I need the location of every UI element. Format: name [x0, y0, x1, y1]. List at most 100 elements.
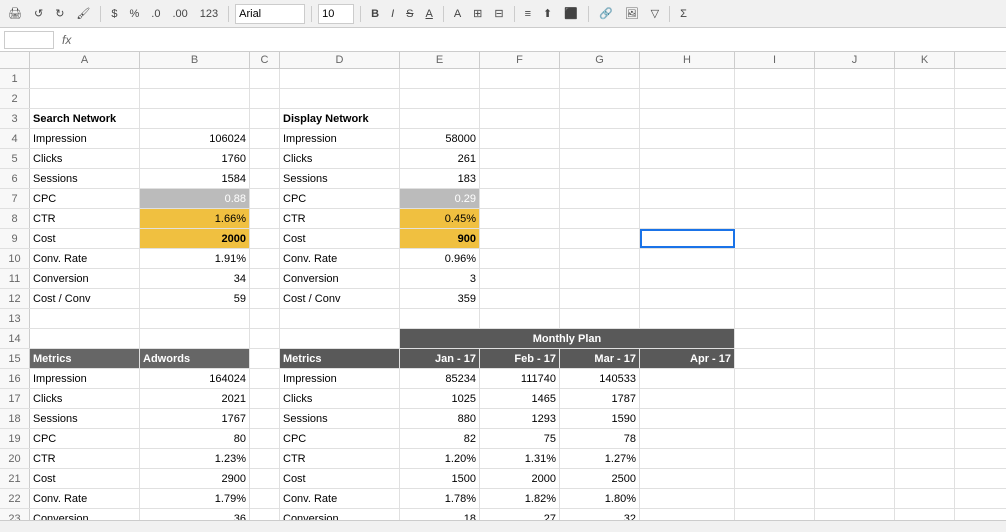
- cell-k18[interactable]: [895, 409, 955, 428]
- cell-a17[interactable]: Clicks: [30, 389, 140, 408]
- cell-e4[interactable]: 58000: [400, 129, 480, 148]
- cell-c22[interactable]: [250, 489, 280, 508]
- cell-b3[interactable]: [140, 109, 250, 128]
- cell-c19[interactable]: [250, 429, 280, 448]
- cell-f23[interactable]: 27: [480, 509, 560, 520]
- cell-f21[interactable]: 2000: [480, 469, 560, 488]
- cell-j10[interactable]: [815, 249, 895, 268]
- cell-d16[interactable]: Impression: [280, 369, 400, 388]
- cell-i13[interactable]: [735, 309, 815, 328]
- cell-j4[interactable]: [815, 129, 895, 148]
- cell-i7[interactable]: [735, 189, 815, 208]
- cell-e7[interactable]: 0.29: [400, 189, 480, 208]
- cell-c2[interactable]: [250, 89, 280, 108]
- cell-d9[interactable]: Cost: [280, 229, 400, 248]
- cell-h15[interactable]: Apr - 17: [640, 349, 735, 368]
- cell-a1[interactable]: [30, 69, 140, 88]
- fill-color-button[interactable]: A: [450, 7, 465, 21]
- cell-j2[interactable]: [815, 89, 895, 108]
- cell-e1[interactable]: [400, 69, 480, 88]
- cell-reference-input[interactable]: [4, 31, 54, 49]
- percent-button[interactable]: %: [126, 7, 144, 21]
- cell-a13[interactable]: [30, 309, 140, 328]
- cell-h21[interactable]: [640, 469, 735, 488]
- cell-c23[interactable]: [250, 509, 280, 520]
- cell-j23[interactable]: [815, 509, 895, 520]
- cell-j1[interactable]: [815, 69, 895, 88]
- cell-e15[interactable]: Jan - 17: [400, 349, 480, 368]
- cell-i18[interactable]: [735, 409, 815, 428]
- cell-f8[interactable]: [480, 209, 560, 228]
- cell-a9[interactable]: Cost: [30, 229, 140, 248]
- cell-b12[interactable]: 59: [140, 289, 250, 308]
- cell-f6[interactable]: [480, 169, 560, 188]
- cell-g8[interactable]: [560, 209, 640, 228]
- cell-a3[interactable]: Search Network: [30, 109, 140, 128]
- cell-k8[interactable]: [895, 209, 955, 228]
- cell-c18[interactable]: [250, 409, 280, 428]
- cell-k13[interactable]: [895, 309, 955, 328]
- cell-h5[interactable]: [640, 149, 735, 168]
- cell-f3[interactable]: [480, 109, 560, 128]
- cell-h13[interactable]: [640, 309, 735, 328]
- cell-g2[interactable]: [560, 89, 640, 108]
- cell-k21[interactable]: [895, 469, 955, 488]
- cell-k17[interactable]: [895, 389, 955, 408]
- cell-d15[interactable]: Metrics: [280, 349, 400, 368]
- cell-a14[interactable]: [30, 329, 140, 348]
- cell-c14[interactable]: [250, 329, 280, 348]
- cell-c1[interactable]: [250, 69, 280, 88]
- horizontal-scrollbar[interactable]: [0, 520, 1006, 532]
- cell-g21[interactable]: 2500: [560, 469, 640, 488]
- cell-e2[interactable]: [400, 89, 480, 108]
- cell-d22[interactable]: Conv. Rate: [280, 489, 400, 508]
- cell-h19[interactable]: [640, 429, 735, 448]
- cell-d18[interactable]: Sessions: [280, 409, 400, 428]
- cell-j18[interactable]: [815, 409, 895, 428]
- cell-k1[interactable]: [895, 69, 955, 88]
- cell-b10[interactable]: 1.91%: [140, 249, 250, 268]
- cell-a21[interactable]: Cost: [30, 469, 140, 488]
- cell-b4[interactable]: 106024: [140, 129, 250, 148]
- cell-f1[interactable]: [480, 69, 560, 88]
- col-header-g[interactable]: G: [560, 52, 640, 68]
- cell-k9[interactable]: [895, 229, 955, 248]
- cell-k11[interactable]: [895, 269, 955, 288]
- cell-i15[interactable]: [735, 349, 815, 368]
- cell-g9[interactable]: [560, 229, 640, 248]
- cell-d10[interactable]: Conv. Rate: [280, 249, 400, 268]
- cell-i2[interactable]: [735, 89, 815, 108]
- cell-j13[interactable]: [815, 309, 895, 328]
- cell-i23[interactable]: [735, 509, 815, 520]
- italic-button[interactable]: I: [387, 7, 398, 21]
- cell-f18[interactable]: 1293: [480, 409, 560, 428]
- cell-e10[interactable]: 0.96%: [400, 249, 480, 268]
- cell-e11[interactable]: 3: [400, 269, 480, 288]
- cell-b19[interactable]: 80: [140, 429, 250, 448]
- cell-c3[interactable]: [250, 109, 280, 128]
- borders-button[interactable]: ⊞: [469, 6, 486, 21]
- cell-b9[interactable]: 2000: [140, 229, 250, 248]
- cell-i4[interactable]: [735, 129, 815, 148]
- cell-d14[interactable]: [280, 329, 400, 348]
- cell-e9[interactable]: 900: [400, 229, 480, 248]
- cell-f9[interactable]: [480, 229, 560, 248]
- cell-d5[interactable]: Clicks: [280, 149, 400, 168]
- cell-b2[interactable]: [140, 89, 250, 108]
- cell-i8[interactable]: [735, 209, 815, 228]
- cell-k10[interactable]: [895, 249, 955, 268]
- cell-c13[interactable]: [250, 309, 280, 328]
- cell-k19[interactable]: [895, 429, 955, 448]
- cell-e5[interactable]: 261: [400, 149, 480, 168]
- cell-f12[interactable]: [480, 289, 560, 308]
- cell-c9[interactable]: [250, 229, 280, 248]
- cell-f17[interactable]: 1465: [480, 389, 560, 408]
- cell-c21[interactable]: [250, 469, 280, 488]
- cell-g5[interactable]: [560, 149, 640, 168]
- cell-g10[interactable]: [560, 249, 640, 268]
- cell-h16[interactable]: [640, 369, 735, 388]
- cell-e3[interactable]: [400, 109, 480, 128]
- decimal-button[interactable]: .0: [147, 7, 164, 21]
- underline-button[interactable]: A: [421, 7, 436, 21]
- cell-a4[interactable]: Impression: [30, 129, 140, 148]
